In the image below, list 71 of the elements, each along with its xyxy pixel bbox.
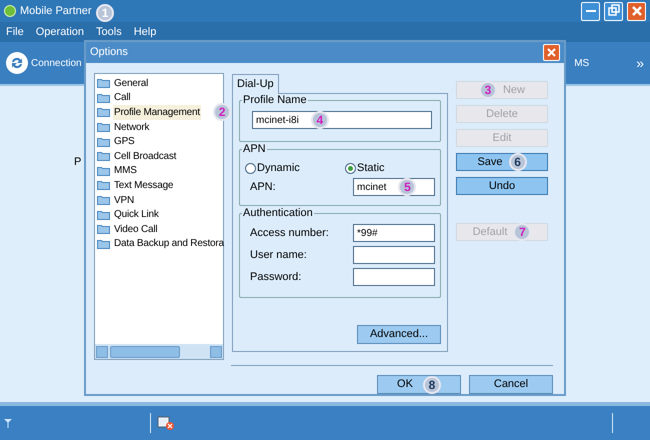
- maximize-button[interactable]: [604, 2, 623, 20]
- callout-marker: 3: [478, 81, 497, 99]
- callout-marker: 6: [508, 153, 527, 171]
- dialog-button[interactable]: Cancel: [469, 375, 553, 394]
- app-logo-icon: [4, 5, 16, 17]
- folder-icon: [97, 107, 110, 118]
- tree-item[interactable]: GPS: [113, 134, 136, 150]
- callout-marker: 5: [398, 178, 416, 196]
- tree-item[interactable]: Network: [113, 120, 150, 135]
- input-field[interactable]: [353, 268, 435, 286]
- radio-button[interactable]: Static: [345, 160, 385, 176]
- field-label: User name:: [250, 248, 308, 263]
- more-button[interactable]: »: [636, 52, 644, 74]
- tree-item[interactable]: MMS: [113, 163, 138, 178]
- folder-icon: [97, 122, 110, 132]
- folder-icon: [97, 92, 110, 103]
- input-field[interactable]: *99#: [353, 224, 435, 242]
- tree-item[interactable]: Call: [113, 90, 132, 106]
- tree-item[interactable]: Video Call: [113, 222, 158, 237]
- menu-item[interactable]: Operation: [36, 24, 84, 40]
- group-legend: APN: [242, 143, 267, 155]
- menu-item[interactable]: Help: [134, 24, 156, 40]
- horizontal-scrollbar[interactable]: [95, 344, 223, 359]
- side-button[interactable]: Save 6: [456, 153, 548, 171]
- folder-icon: [97, 151, 110, 162]
- field-label: Password:: [250, 270, 302, 285]
- minimize-icon: [586, 10, 596, 12]
- network-error-icon: [157, 415, 175, 431]
- callout-marker: 8: [422, 376, 441, 394]
- tab[interactable]: Dial-Up: [232, 74, 279, 94]
- close-button[interactable]: [627, 2, 646, 20]
- folder-icon: [97, 210, 110, 220]
- folder-icon: [97, 166, 110, 176]
- content-text: P: [74, 155, 82, 170]
- window-title: Mobile Partner: [20, 4, 92, 19]
- tree-item[interactable]: Profile Management: [113, 104, 201, 120]
- tree-item[interactable]: Data Backup and Restora: [113, 236, 225, 252]
- close-button[interactable]: [543, 44, 560, 61]
- field-label: Access number:: [250, 226, 330, 241]
- folder-icon: [97, 224, 110, 234]
- maximize-icon: [606, 3, 622, 19]
- radio-button[interactable]: Dynamic: [245, 160, 345, 176]
- toolbar-item[interactable]: MS: [574, 56, 590, 70]
- close-icon: [546, 47, 557, 58]
- input-field[interactable]: [353, 246, 435, 264]
- advanced-button[interactable]: Advanced...: [357, 325, 441, 344]
- tree-item[interactable]: Cell Broadcast: [113, 148, 178, 164]
- tree-item[interactable]: VPN: [113, 192, 135, 208]
- group-legend: Profile Name: [242, 94, 308, 106]
- callout-marker: 4: [310, 111, 329, 129]
- folder-icon: [97, 136, 110, 147]
- side-button[interactable]: Undo: [456, 177, 548, 195]
- group-legend: Authentication: [242, 207, 314, 219]
- refresh-icon: [6, 52, 28, 74]
- field-label: APN:: [250, 180, 277, 195]
- folder-icon: [97, 195, 110, 206]
- input-field[interactable]: mcinet 5: [353, 178, 435, 196]
- callout-marker: 7: [513, 223, 532, 241]
- menu-item[interactable]: File: [6, 24, 24, 40]
- dialog-button[interactable]: OK 8: [377, 375, 461, 394]
- callout-marker: 2: [213, 103, 231, 122]
- minimize-button[interactable]: [581, 2, 600, 20]
- tree-item[interactable]: General: [113, 76, 150, 91]
- folder-icon: [97, 180, 110, 190]
- input-field[interactable]: mcinet-i8i 4: [252, 111, 432, 129]
- folder-icon: [97, 78, 110, 88]
- tree-item[interactable]: Text Message: [113, 178, 174, 193]
- dialog-title: Options: [90, 45, 129, 60]
- folder-icon: [97, 238, 110, 249]
- toolbar-item[interactable]: Connection: [31, 56, 82, 70]
- tree-item[interactable]: Quick Link: [113, 207, 160, 222]
